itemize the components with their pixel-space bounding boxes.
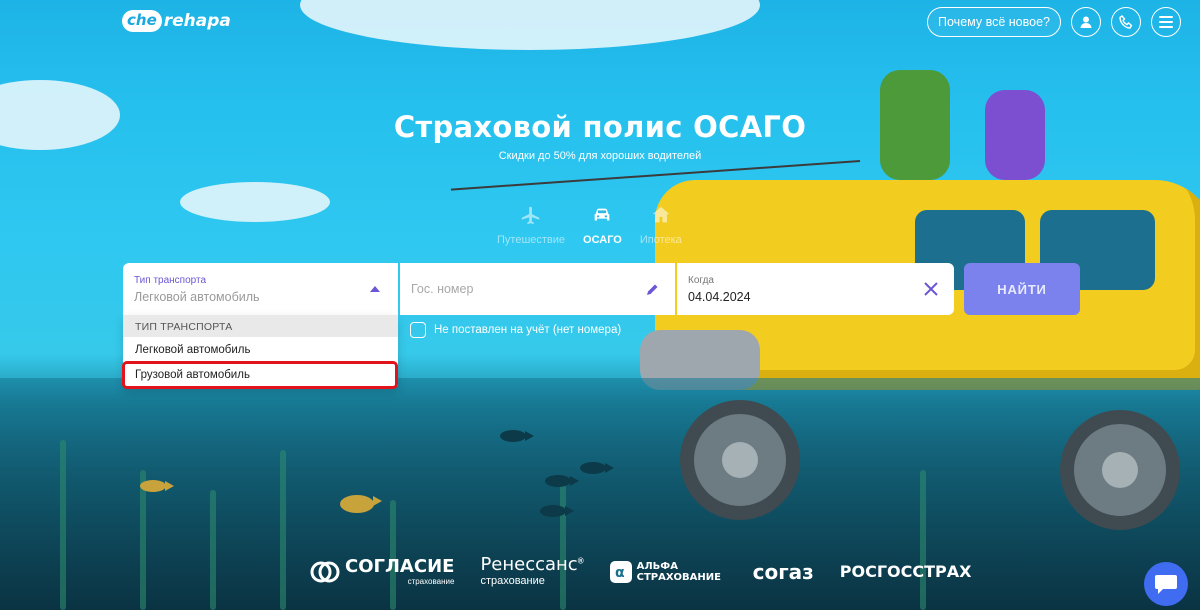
tab-travel[interactable]: Путешествие — [497, 204, 565, 246]
whats-new-button[interactable]: Почему всё новое? — [927, 7, 1061, 37]
vehicle-type-label: Тип транспорта — [134, 275, 207, 286]
partner-name: согаз — [752, 559, 814, 584]
fish — [545, 475, 579, 487]
dropdown-option-car[interactable]: Легковой автомобиль — [123, 337, 398, 362]
tab-osago-label: ОСАГО — [583, 234, 622, 246]
partner-name: Ренессанс — [480, 554, 578, 575]
fish — [340, 495, 382, 513]
tab-mortgage[interactable]: Ипотека — [640, 204, 682, 246]
date-value: 04.04.2024 — [688, 290, 751, 304]
registered-mark: ® — [577, 556, 584, 566]
logo[interactable]: che rehapa — [122, 8, 231, 34]
partner-logos: СОГЛАСИЕ страхование Ренессанс® страхова… — [310, 556, 972, 587]
chat-bubble-icon — [1155, 575, 1177, 594]
house-icon — [652, 206, 670, 223]
plate-number-placeholder: Гос. номер — [411, 282, 474, 296]
menu-button[interactable] — [1151, 7, 1181, 37]
date-field[interactable]: Когда 04.04.2024 — [677, 263, 954, 315]
page-subtitle: Скидки до 50% для хороших водителей — [498, 150, 702, 162]
chevron-up-icon[interactable] — [366, 280, 384, 298]
phone-icon — [1119, 15, 1133, 29]
partner-name: СОГЛАСИЕ — [345, 555, 455, 577]
tab-travel-label: Путешествие — [497, 234, 566, 246]
airplane-icon — [521, 206, 540, 225]
close-icon[interactable] — [922, 280, 940, 298]
fish — [540, 505, 574, 517]
partner-name: РОСГОССТРАХ — [839, 561, 972, 581]
no-plate-label: Не поставлен на учёт (нет номера) — [434, 324, 622, 336]
partner-sub: страхование — [407, 576, 455, 586]
car-wheel-rear — [1060, 410, 1180, 530]
partner-renessans: Ренессанс® страхование — [480, 554, 584, 588]
top-cloud — [300, 0, 760, 50]
alfa-logo-icon: α — [609, 560, 632, 583]
fish — [580, 462, 614, 474]
header-actions: Почему всё новое? — [927, 7, 1181, 37]
logo-mark: che — [122, 10, 162, 32]
partner-soglasie: СОГЛАСИЕ страхование — [310, 555, 455, 586]
user-icon — [1080, 16, 1092, 28]
no-plate-option[interactable]: Не поставлен на учёт (нет номера) — [410, 322, 621, 338]
no-plate-checkbox[interactable] — [410, 322, 426, 338]
car-icon — [595, 208, 610, 221]
middle-cloud — [180, 182, 330, 222]
dropdown-option-truck[interactable]: Грузовой автомобиль — [122, 361, 398, 389]
partner-rosgosstrakh: РОСГОССТРАХ — [839, 561, 972, 581]
phone-button[interactable] — [1111, 7, 1141, 37]
plate-number-field[interactable]: Гос. номер — [400, 263, 675, 315]
tab-mortgage-label: Ипотека — [639, 234, 682, 246]
menu-icon — [1159, 16, 1173, 28]
svg-text:α: α — [615, 565, 625, 581]
vehicle-type-select[interactable]: Тип транспорта Легковой автомобиль — [123, 263, 398, 315]
vehicle-type-value: Легковой автомобиль — [134, 290, 260, 304]
search-button[interactable]: НАЙТИ — [964, 263, 1080, 315]
pencil-icon[interactable] — [643, 280, 661, 298]
logo-text: rehapa — [163, 11, 231, 31]
partner-sogaz: согаз — [753, 562, 814, 582]
vehicle-type-dropdown: ТИП ТРАНСПОРТА Легковой автомобиль Грузо… — [122, 315, 398, 389]
partner-alfa: α АЛЬФА СТРАХОВАНИЕ — [609, 560, 727, 583]
fish — [500, 430, 534, 442]
partner-sub: страхование — [480, 575, 545, 587]
profile-button[interactable] — [1071, 7, 1101, 37]
dropdown-header: ТИП ТРАНСПОРТА — [123, 315, 398, 337]
car-wheel-front — [680, 400, 800, 520]
fish — [140, 480, 174, 492]
tab-osago[interactable]: ОСАГО — [583, 204, 622, 246]
partner-name: АЛЬФА СТРАХОВАНИЕ — [636, 560, 721, 583]
soglasie-logo-icon — [310, 561, 340, 582]
chat-button[interactable] — [1144, 562, 1188, 606]
page-title: Страховой полис ОСАГО — [393, 110, 807, 144]
product-tabs: Путешествие ОСАГО Ипотека — [497, 204, 682, 246]
date-label: Когда — [688, 275, 714, 286]
